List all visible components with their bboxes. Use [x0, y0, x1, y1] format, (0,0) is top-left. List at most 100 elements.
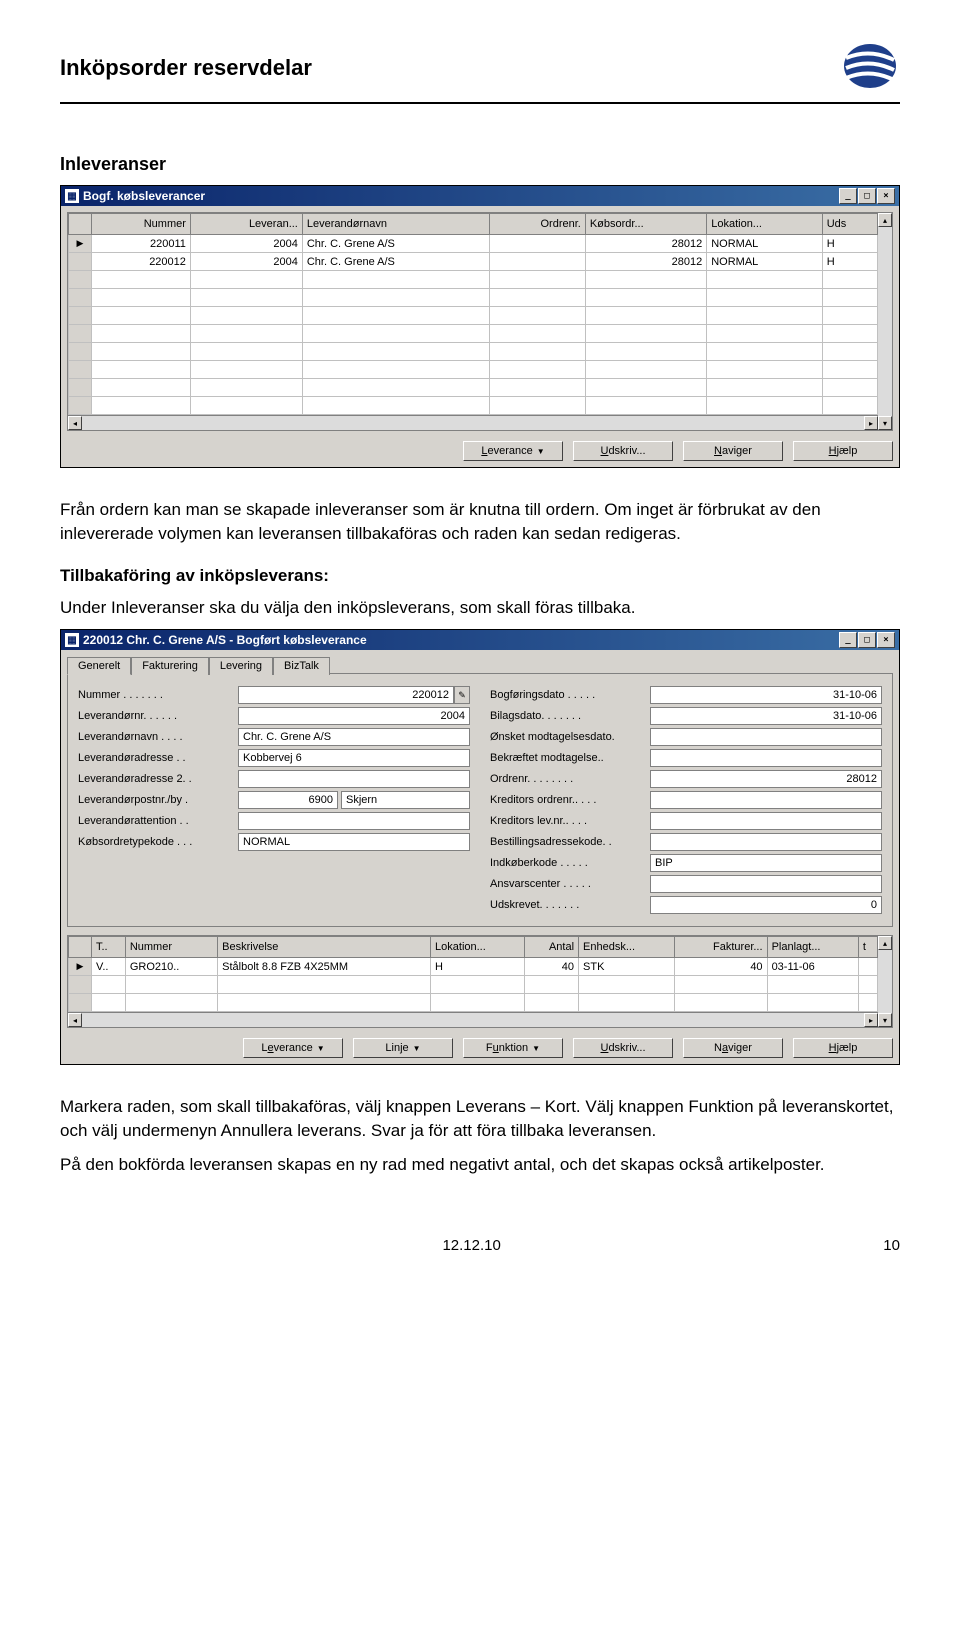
udskrevet-field[interactable]: 0: [650, 896, 882, 914]
scroll-left-icon[interactable]: ◂: [68, 416, 82, 430]
edit-icon[interactable]: ✎: [454, 686, 470, 704]
scroll-down-icon[interactable]: ▾: [878, 416, 892, 430]
onsket-modtagelse-field[interactable]: [650, 728, 882, 746]
section-heading: Inleveranser: [60, 154, 900, 175]
ordrenr-field[interactable]: 28012: [650, 770, 882, 788]
udskriv-button[interactable]: Udskriv...: [573, 1038, 673, 1058]
field-label: Bekræftet modtagelse..: [490, 752, 650, 764]
footer-date: 12.12.10: [442, 1237, 500, 1254]
minimize-icon[interactable]: _: [839, 188, 857, 204]
paragraph: På den bokförda leveransen skapas en ny …: [60, 1153, 900, 1177]
window-icon: ▦: [65, 189, 79, 203]
scroll-up-icon[interactable]: ▴: [878, 213, 892, 227]
col-kobs[interactable]: Købsordr...: [585, 214, 706, 235]
subheading: Tillbakaföring av inköpsleverans:: [60, 566, 900, 586]
leverandoradresse-field[interactable]: Kobbervej 6: [238, 749, 470, 767]
field-label: Leverandørpostnr./by .: [78, 794, 238, 806]
field-label: Ansvarscenter . . . . .: [490, 878, 650, 890]
table-row[interactable]: 220012 2004 Chr. C. Grene A/S 28012 NORM…: [69, 253, 878, 271]
close-icon[interactable]: ×: [877, 188, 895, 204]
field-label: Bogføringsdato . . . . .: [490, 689, 650, 701]
udskriv-button[interactable]: Udskriv...: [573, 441, 673, 461]
field-label: Kreditors ordrenr.. . . .: [490, 794, 650, 806]
col-beskrivelse[interactable]: Beskrivelse: [218, 937, 431, 958]
indkoberkode-field[interactable]: BIP: [650, 854, 882, 872]
h-scrollbar[interactable]: ◂ ▸: [68, 1012, 878, 1027]
scroll-right-icon[interactable]: ▸: [864, 416, 878, 430]
col-uds[interactable]: Uds: [822, 214, 877, 235]
col-lokation[interactable]: Lokation...: [707, 214, 823, 235]
minimize-icon[interactable]: _: [839, 632, 857, 648]
linje-button[interactable]: Linje▼: [353, 1038, 453, 1058]
tab-generelt[interactable]: Generelt: [67, 657, 131, 675]
kreditors-ordrenr-field[interactable]: [650, 791, 882, 809]
col-t[interactable]: T..: [92, 937, 126, 958]
postnr-field[interactable]: 6900: [238, 791, 338, 809]
naviger-button[interactable]: Naviger: [683, 441, 783, 461]
tab-biztalk[interactable]: BizTalk: [273, 657, 330, 675]
v-scrollbar[interactable]: ▴ ▾: [878, 936, 892, 1027]
col-enhed[interactable]: Enhedsk...: [579, 937, 675, 958]
help-button[interactable]: Hjælp: [793, 441, 893, 461]
leverandornavn-field[interactable]: Chr. C. Grene A/S: [238, 728, 470, 746]
company-logo-icon: [828, 40, 900, 96]
leverandoradresse2-field[interactable]: [238, 770, 470, 788]
ordretypekode-field[interactable]: NORMAL: [238, 833, 470, 851]
table-row[interactable]: ▶ V.. GRO210.. Stålbolt 8.8 FZB 4X25MM H…: [69, 958, 878, 976]
ansvarscenter-field[interactable]: [650, 875, 882, 893]
col-antal[interactable]: Antal: [525, 937, 579, 958]
kreditors-levnr-field[interactable]: [650, 812, 882, 830]
scroll-up-icon[interactable]: ▴: [878, 936, 892, 950]
bekraeftet-field[interactable]: [650, 749, 882, 767]
nummer-field[interactable]: 220012: [238, 686, 454, 704]
col-nummer[interactable]: Nummer: [125, 937, 217, 958]
field-label: Leverandørnavn . . . .: [78, 731, 238, 743]
col-planlagt[interactable]: Planlagt...: [767, 937, 858, 958]
maximize-icon[interactable]: □: [858, 188, 876, 204]
field-label: Leverandøradresse 2. .: [78, 773, 238, 785]
field-label: Bilagsdato. . . . . . .: [490, 710, 650, 722]
leverandornr-field[interactable]: 2004: [238, 707, 470, 725]
window-icon: ▦: [65, 633, 79, 647]
page-header: Inköpsorder reservdelar: [60, 40, 900, 104]
window-title: 220012 Chr. C. Grene A/S - Bogført købsl…: [83, 633, 367, 647]
col-lokation[interactable]: Lokation...: [431, 937, 525, 958]
window-title: Bogf. købsleverancer: [83, 189, 205, 203]
deliveries-table[interactable]: Nummer Leveran... Leverandørnavn Ordrenr…: [68, 213, 878, 415]
h-scrollbar[interactable]: ◂ ▸: [68, 415, 878, 430]
window-delivery-card: ▦ 220012 Chr. C. Grene A/S - Bogført køb…: [60, 629, 900, 1065]
maximize-icon[interactable]: □: [858, 632, 876, 648]
col-fakturer[interactable]: Fakturer...: [675, 937, 767, 958]
field-label: Nummer . . . . . . .: [78, 689, 238, 701]
lines-table[interactable]: T.. Nummer Beskrivelse Lokation... Antal…: [68, 936, 878, 1012]
col-navn[interactable]: Leverandørnavn: [302, 214, 490, 235]
col-t2[interactable]: t: [858, 937, 877, 958]
tab-levering[interactable]: Levering: [209, 657, 273, 675]
footer-page: 10: [883, 1237, 900, 1254]
naviger-button[interactable]: Naviger: [683, 1038, 783, 1058]
v-scrollbar[interactable]: ▴ ▾: [878, 213, 892, 430]
funktion-button[interactable]: Funktion▼: [463, 1038, 563, 1058]
help-button[interactable]: Hjælp: [793, 1038, 893, 1058]
by-field[interactable]: Skjern: [341, 791, 470, 809]
bestillingsadresse-field[interactable]: [650, 833, 882, 851]
leverance-button[interactable]: Leverance▼: [463, 441, 563, 461]
close-icon[interactable]: ×: [877, 632, 895, 648]
scroll-right-icon[interactable]: ▸: [864, 1013, 878, 1027]
bilagsdato-field[interactable]: 31-10-06: [650, 707, 882, 725]
col-nummer[interactable]: Nummer: [92, 214, 191, 235]
paragraph: Markera raden, som skall tillbakaföras, …: [60, 1095, 900, 1143]
col-leveran[interactable]: Leveran...: [190, 214, 302, 235]
table-row[interactable]: ▶ 220011 2004 Chr. C. Grene A/S 28012 NO…: [69, 235, 878, 253]
field-label: Leverandørattention . .: [78, 815, 238, 827]
paragraph: Från ordern kan man se skapade inleveran…: [60, 498, 900, 546]
attention-field[interactable]: [238, 812, 470, 830]
scroll-left-icon[interactable]: ◂: [68, 1013, 82, 1027]
bogforingsdato-field[interactable]: 31-10-06: [650, 686, 882, 704]
leverance-button[interactable]: Leverance▼: [243, 1038, 343, 1058]
col-ordre[interactable]: Ordrenr.: [490, 214, 585, 235]
field-label: Leverandøradresse . .: [78, 752, 238, 764]
scroll-down-icon[interactable]: ▾: [878, 1013, 892, 1027]
tab-fakturering[interactable]: Fakturering: [131, 657, 209, 675]
field-label: Udskrevet. . . . . . .: [490, 899, 650, 911]
